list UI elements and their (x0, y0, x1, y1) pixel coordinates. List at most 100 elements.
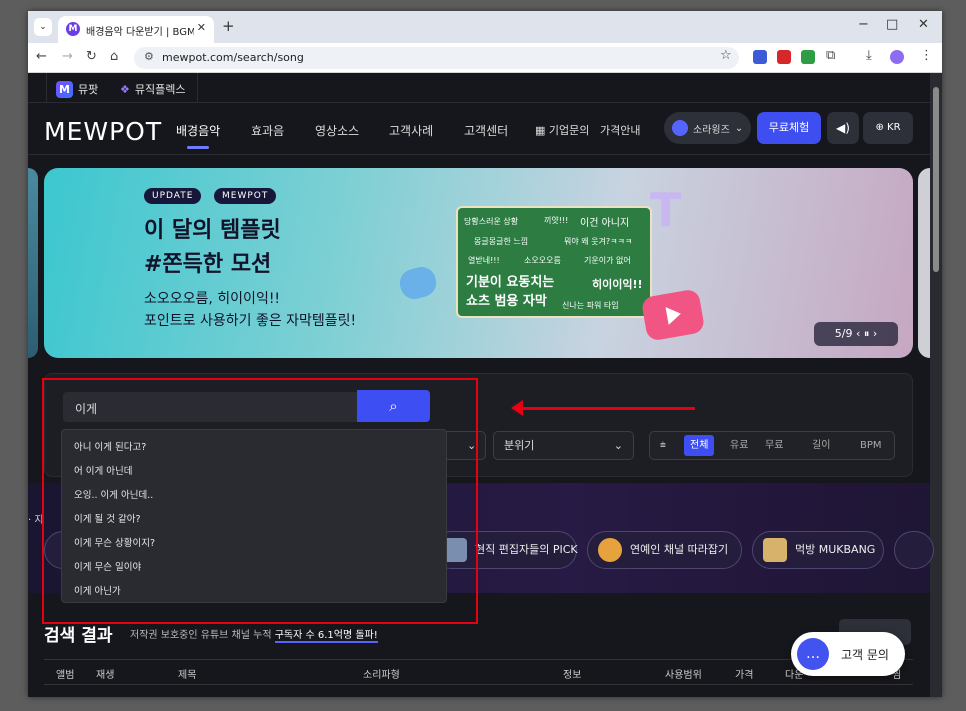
card-text: 뭐야 왜 웃겨?ㅋㅋㅋ (564, 237, 633, 246)
card-text: 소오오오름 (524, 256, 561, 265)
category-chip-label: 현직 편집자들의 PICK (475, 543, 578, 556)
card-text: 기분이 요동치는 (466, 275, 555, 290)
category-chip-celebrity[interactable]: 연예인 채널 따라잡기 (587, 531, 742, 569)
card-text: 열받네!!! (468, 256, 500, 265)
customer-inquiry-button[interactable]: … 고객 문의 (791, 632, 905, 676)
download-extension-icon[interactable] (801, 50, 815, 64)
maximize-button[interactable]: □ (886, 17, 898, 32)
waveform-icon: ❖ (120, 82, 130, 96)
service-switcher: M 뮤팟 ❖ 뮤직플렉스 (28, 73, 930, 103)
address-bar: ← → ↻ ⌂ ⚙ mewpot.com/search/song ☆ ⧉ ⤓ ⋮ (28, 43, 942, 73)
card-text: 끼얏!!! (544, 216, 569, 225)
col-play: 재생 (96, 670, 115, 681)
nav-support[interactable]: 고객센터 (464, 122, 508, 139)
chat-icon: … (797, 638, 829, 670)
card-text: 몽글몽글한 느낌 (474, 237, 529, 246)
segment-bpm[interactable]: BPM (860, 432, 882, 459)
profile-avatar[interactable] (890, 50, 904, 64)
category-chip-mukbang[interactable]: 먹방 MUKBANG (752, 531, 884, 569)
reload-icon[interactable]: ↻ (86, 49, 97, 64)
tab-search-icon[interactable]: ⌄ (34, 18, 52, 36)
url-text: mewpot.com/search/song (162, 51, 304, 64)
url-field[interactable]: ⚙ mewpot.com/search/song (134, 47, 739, 69)
nav-bgm[interactable]: 배경음악 (176, 122, 220, 139)
tab-title: 배경음악 다운받기 | BGM 사이 (86, 27, 194, 38)
col-waveform: 소리파형 (363, 670, 400, 681)
extensions-puzzle-icon[interactable]: ⧉ (826, 48, 835, 63)
highlight-annotation-box (42, 378, 478, 624)
pdf-extension-icon[interactable] (777, 50, 791, 64)
account-menu[interactable]: 소라윙즈 ⌄ (664, 112, 751, 144)
segment-free[interactable]: 무료 (765, 432, 783, 459)
col-album: 앨범 (56, 670, 75, 681)
banner-title-2: #쫀득한 모션 (144, 252, 272, 277)
col-usage: 사용범위 (665, 670, 702, 681)
category-chip-label: 먹방 MUKBANG (795, 543, 876, 556)
results-subtitle-text: 저작권 보호중인 유튜브 채널 누적 (130, 630, 275, 641)
bookmark-star-icon[interactable]: ☆ (720, 48, 732, 63)
banner-subtitle: 소오오오름, 히이이익!! (144, 291, 281, 307)
next-banner-peek[interactable] (918, 168, 930, 358)
user-avatar-icon (672, 120, 688, 136)
service-mewpot[interactable]: M 뮤팟 (56, 78, 98, 100)
active-nav-indicator (187, 146, 209, 149)
results-table-header: 앨범 재생 제목 소리파형 정보 사용범위 가격 다운 찜 (44, 659, 913, 685)
browser-window: ⌄ M 배경음악 다운받기 | BGM 사이 ✕ + − □ ✕ ← → ↻ ⌂… (28, 11, 942, 697)
col-info: 정보 (563, 670, 582, 681)
chat-bubble-icon (396, 263, 440, 303)
extension-icon[interactable] (753, 50, 767, 64)
service-musicplus[interactable]: ❖ 뮤직플렉스 (120, 78, 185, 100)
close-window-button[interactable]: ✕ (918, 17, 929, 32)
segment-length[interactable]: 길이 (812, 432, 830, 459)
col-price: 가격 (735, 670, 754, 681)
card-text: 기운이가 없어 (584, 256, 631, 265)
downloads-icon[interactable]: ⤓ (866, 48, 872, 63)
segment-paid[interactable]: 유료 (730, 432, 748, 459)
scrollbar[interactable] (930, 73, 942, 697)
card-text: 히이이익!! (592, 278, 643, 291)
nav-video-source[interactable]: 영상소스 (315, 122, 359, 139)
new-tab-button[interactable]: + (222, 17, 235, 35)
tab-close-icon[interactable]: ✕ (197, 21, 206, 34)
nav-enterprise[interactable]: ▦ 기업문의 (535, 122, 589, 138)
mewpot-tag: MEWPOT (214, 188, 277, 204)
browser-tab[interactable]: M 배경음악 다운받기 | BGM 사이 ✕ (58, 16, 214, 43)
segment-all[interactable]: 전체 (684, 435, 715, 456)
volume-icon[interactable]: ◀) (827, 112, 859, 144)
home-icon[interactable]: ⌂ (110, 49, 118, 64)
language-button[interactable]: ⊕ KR (863, 112, 913, 144)
text-t-icon: T (650, 183, 682, 237)
nav-cases[interactable]: 고객사례 (389, 122, 433, 139)
chevron-down-icon: ⌄ (734, 122, 744, 134)
back-icon[interactable]: ← (36, 49, 47, 64)
subtitle-template-preview: 당황스러운 상황 끼얏!!! 이건 아니지 몽글몽글한 느낌 뭐야 왜 웃겨?ㅋ… (456, 206, 652, 318)
results-highlight: 구독자 수 6.1억명 돌파! (274, 630, 378, 643)
category-thumb-icon (598, 538, 622, 562)
banner-title: 이 달의 템플릿 (144, 218, 281, 243)
nav-sfx[interactable]: 효과음 (251, 122, 284, 139)
nav-pricing[interactable]: 가격안내 (600, 122, 640, 138)
site-info-icon[interactable]: ⚙ (144, 50, 154, 63)
customer-inquiry-label: 고객 문의 (841, 648, 889, 662)
card-text: 쇼츠 범용 자막 (466, 294, 547, 309)
web-page: M 뮤팟 ❖ 뮤직플렉스 MEWPOT 배경음악 효과음 영상소스 고객사례 고객센… (28, 73, 942, 697)
scrollbar-thumb[interactable] (933, 87, 939, 272)
minimize-button[interactable]: − (858, 17, 869, 32)
menu-kebab-icon[interactable]: ⋮ (920, 48, 933, 63)
forward-icon[interactable]: → (62, 49, 73, 64)
banner-pager[interactable]: 5/9 ‹ ⏸ › (814, 322, 898, 346)
mood-select[interactable]: 분위기 ⌄ (493, 431, 634, 460)
service-mewpot-label: 뮤팟 (78, 83, 99, 96)
category-chip[interactable] (894, 531, 934, 569)
service-musicplus-label: 뮤직플렉스 (134, 83, 186, 96)
card-text: 이건 아니지 (580, 218, 630, 229)
free-trial-button[interactable]: 무료체험 (757, 112, 821, 144)
filter-icon[interactable]: ⩧ (660, 432, 666, 459)
update-tag: UPDATE (144, 188, 202, 204)
building-icon: ▦ (535, 124, 546, 137)
results-title: 검색 결과 (44, 626, 113, 646)
promo-banner[interactable]: UPDATE MEWPOT 이 달의 템플릿 #쫀득한 모션 소오오오름, 히이… (44, 168, 913, 358)
logo[interactable]: MEWPOT (44, 117, 162, 146)
license-filter: ⩧ 전체 유료 무료 길이 BPM (649, 431, 895, 460)
prev-banner-peek[interactable] (28, 168, 38, 358)
